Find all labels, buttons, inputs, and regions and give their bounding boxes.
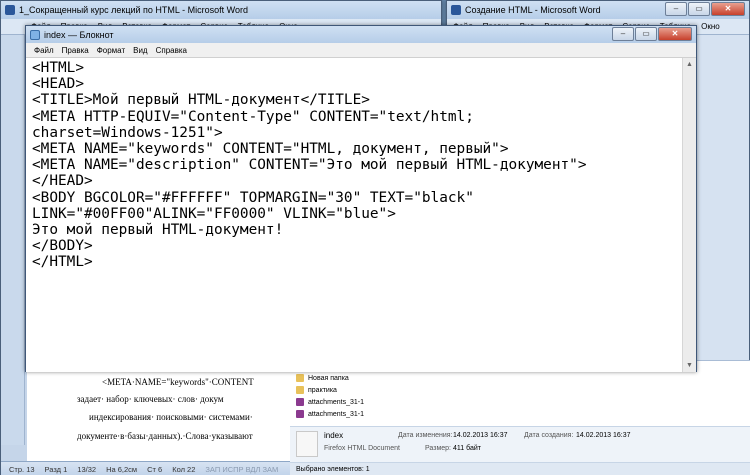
minimize-button[interactable]: – <box>612 27 634 41</box>
size-value: 411 байт <box>453 445 481 452</box>
notepad-window[interactable]: index — Блокнот – ▭ ✕ Файл Правка Формат… <box>25 25 697 372</box>
notepad-title: index — Блокнот <box>44 29 114 40</box>
list-item[interactable]: attachments_31-1 <box>296 398 364 406</box>
status-page: Стр. 13 <box>9 464 35 474</box>
scroll-up-icon[interactable]: ▲ <box>683 58 696 71</box>
file-type: Firefox HTML Document <box>324 445 400 452</box>
menu-window[interactable]: Окно <box>701 22 720 31</box>
word-left-title: 1_Сокращенный курс лекций по HTML - Micr… <box>19 5 248 15</box>
status-modes: ЗАП ИСПР ВДЛ ЗАМ <box>205 464 279 474</box>
notepad-menubar: Файл Правка Формат Вид Справка <box>26 43 696 58</box>
notepad-titlebar[interactable]: index — Блокнот <box>26 26 696 43</box>
scroll-down-icon[interactable]: ▼ <box>683 359 696 372</box>
menu-format[interactable]: Формат <box>93 46 129 55</box>
menu-view[interactable]: Вид <box>129 46 151 55</box>
archive-icon <box>296 410 304 418</box>
doc-line: индексирования· поисковыми· системами· <box>89 412 253 422</box>
vertical-ruler <box>1 35 25 445</box>
word-left-titlebar[interactable]: 1_Сокращенный курс лекций по HTML - Micr… <box>1 1 441 19</box>
menu-file[interactable]: Файл <box>30 46 58 55</box>
list-item[interactable]: Новая папка <box>296 374 349 382</box>
doc-line: <META·NAME="keywords"·CONTENT <box>102 377 254 387</box>
status-position: На 6,2см <box>106 464 138 474</box>
modified-value: 14.02.2013 16:37 <box>453 432 508 439</box>
archive-icon <box>296 398 304 406</box>
status-column: Кол 22 <box>172 464 196 474</box>
status-line: Ст 6 <box>147 464 163 474</box>
details-pane: index Firefox HTML Document Дата изменен… <box>290 426 750 462</box>
created-value: 14.02.2013 16:37 <box>576 432 631 439</box>
list-item[interactable]: attachments_31-1 <box>296 410 364 418</box>
notepad-window-buttons: – ▭ ✕ <box>612 27 692 41</box>
file-thumbnail-icon <box>296 431 318 457</box>
status-pages: 13/32 <box>77 464 97 474</box>
item-label: attachments_31-1 <box>308 398 365 406</box>
vertical-scrollbar[interactable]: ▲ ▼ <box>682 58 696 372</box>
notepad-icon <box>30 29 40 40</box>
status-section: Разд 1 <box>44 464 68 474</box>
folder-icon <box>296 374 304 382</box>
size-label: Размер: <box>425 445 452 452</box>
file-name: index <box>324 431 344 440</box>
modified-label: Дата изменения: <box>398 432 453 439</box>
item-label: attachments_31-1 <box>308 410 365 418</box>
list-item[interactable]: практика <box>296 386 337 394</box>
doc-line: документе·в·базы·данных).·Слова·указываю… <box>77 431 253 441</box>
word-right-title: Создание HTML - Microsoft Word <box>465 5 601 15</box>
menu-edit[interactable]: Правка <box>58 46 93 55</box>
folder-icon <box>296 386 304 394</box>
maximize-button[interactable]: ▭ <box>688 2 710 16</box>
explorer-status: Выбрано элементов: 1 <box>290 462 750 475</box>
explorer-pane[interactable]: Новая папка практика attachments_31-1 at… <box>290 360 750 475</box>
doc-line: задает· набор· ключевых· слов· докум <box>77 394 224 404</box>
item-label: практика <box>308 386 337 394</box>
close-button[interactable]: ✕ <box>658 27 692 41</box>
word-right-window-buttons: – ▭ ✕ <box>665 2 745 16</box>
word-icon <box>451 5 461 15</box>
created-label: Дата создания: <box>524 432 574 439</box>
close-button[interactable]: ✕ <box>711 2 745 16</box>
item-label: Новая папка <box>308 374 349 382</box>
word-icon <box>5 5 15 15</box>
maximize-button[interactable]: ▭ <box>635 27 657 41</box>
minimize-button[interactable]: – <box>665 2 687 16</box>
text-editor[interactable]: <HTML> <HEAD> <TITLE>Мой первый HTML-док… <box>26 58 684 372</box>
menu-help[interactable]: Справка <box>152 46 191 55</box>
